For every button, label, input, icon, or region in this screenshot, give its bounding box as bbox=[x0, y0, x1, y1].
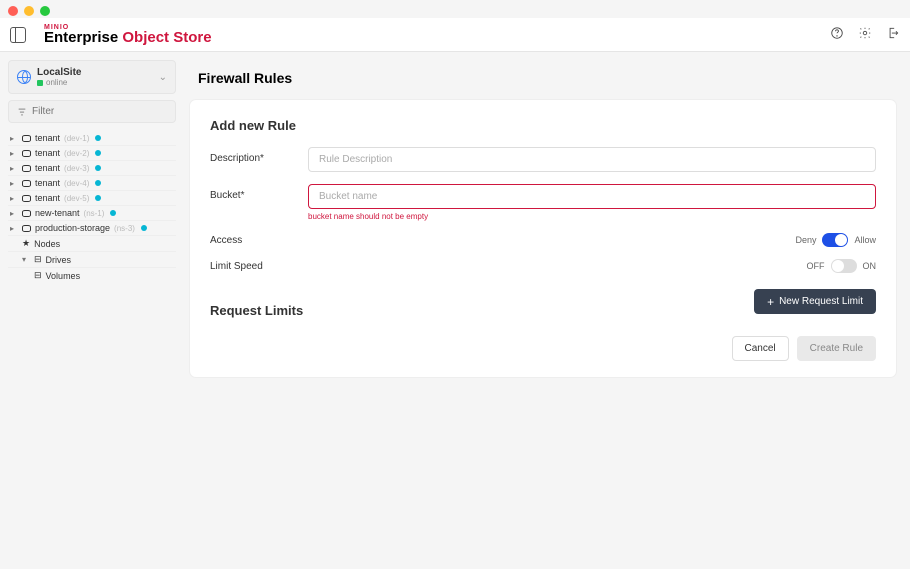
db-icon bbox=[22, 210, 31, 217]
gear-icon[interactable] bbox=[858, 26, 872, 43]
tree-drives[interactable]: ▾⊟Drives bbox=[8, 252, 176, 268]
form-heading: Add new Rule bbox=[210, 118, 876, 133]
create-rule-button[interactable]: Create Rule bbox=[797, 336, 876, 361]
volume-icon: ⊟ bbox=[34, 270, 42, 281]
request-heading: Request Limits bbox=[210, 303, 303, 318]
row-access: Access Deny Allow bbox=[210, 233, 876, 247]
description-input[interactable] bbox=[308, 147, 876, 172]
site-name: LocalSite bbox=[37, 67, 153, 78]
filter-icon bbox=[17, 107, 27, 117]
globe-icon bbox=[17, 70, 31, 84]
tree-tenant-2[interactable]: ▸tenant(dev-3) bbox=[8, 161, 176, 176]
db-icon bbox=[22, 165, 31, 172]
tree-tenant-0[interactable]: ▸tenant(dev-1) bbox=[8, 131, 176, 146]
row-description: Description* bbox=[210, 147, 876, 172]
db-icon bbox=[22, 195, 31, 202]
limit-label: Limit Speed bbox=[210, 261, 308, 272]
drive-icon: ⊟ bbox=[34, 254, 42, 265]
site-status: online bbox=[37, 78, 153, 87]
form-actions: Cancel Create Rule bbox=[210, 336, 876, 361]
tree-tenant-5[interactable]: ▸new-tenant(ns-1) bbox=[8, 206, 176, 221]
logout-icon[interactable] bbox=[886, 26, 900, 43]
tree-tenant-4[interactable]: ▸tenant(dev-5) bbox=[8, 191, 176, 206]
row-limit: Limit Speed OFF ON bbox=[210, 259, 876, 273]
cancel-button[interactable]: Cancel bbox=[732, 336, 789, 361]
brand: MINIO Enterprise Object Store bbox=[44, 24, 212, 46]
limit-on-label: ON bbox=[863, 261, 877, 271]
brand-big: Enterprise Object Store bbox=[44, 29, 212, 46]
rule-card: Add new Rule Description* Bucket* bucket… bbox=[190, 100, 896, 377]
db-icon bbox=[22, 135, 31, 142]
filter-input[interactable] bbox=[32, 106, 167, 117]
tree-volumes[interactable]: ⊟Volumes bbox=[8, 268, 176, 283]
db-icon bbox=[22, 180, 31, 187]
plus-icon: + bbox=[767, 297, 774, 307]
limit-off-label: OFF bbox=[807, 261, 825, 271]
tree-tenant-3[interactable]: ▸tenant(dev-4) bbox=[8, 176, 176, 191]
bucket-input[interactable] bbox=[308, 184, 876, 209]
access-deny-label: Deny bbox=[795, 235, 816, 245]
access-label: Access bbox=[210, 235, 308, 246]
access-allow-label: Allow bbox=[854, 235, 876, 245]
access-toggle[interactable] bbox=[822, 233, 848, 247]
filter-box[interactable] bbox=[8, 100, 176, 123]
window-traffic-lights bbox=[8, 6, 50, 16]
row-request-limits: Request Limits + New Request Limit bbox=[210, 285, 876, 318]
bucket-error: bucket name should not be empty bbox=[308, 212, 876, 221]
bucket-label: Bucket* bbox=[210, 184, 308, 201]
row-bucket: Bucket* bucket name should not be empty bbox=[210, 184, 876, 221]
tree: ▸tenant(dev-1) ▸tenant(dev-2) ▸tenant(de… bbox=[8, 131, 176, 283]
tree-tenant-6[interactable]: ▸production-storage(ns-3) bbox=[8, 221, 176, 236]
page-title: Firewall Rules bbox=[198, 70, 896, 86]
db-icon bbox=[22, 150, 31, 157]
topbar: MINIO Enterprise Object Store bbox=[0, 18, 910, 52]
sidebar-toggle-icon[interactable] bbox=[10, 27, 26, 43]
star-icon: ★ bbox=[22, 238, 30, 249]
sidebar: LocalSite online ⌄ ▸tenant(dev-1) ▸tenan… bbox=[8, 60, 176, 283]
limit-toggle[interactable] bbox=[831, 259, 857, 273]
tree-nodes[interactable]: ★Nodes bbox=[8, 236, 176, 252]
description-label: Description* bbox=[210, 147, 308, 164]
tree-tenant-1[interactable]: ▸tenant(dev-2) bbox=[8, 146, 176, 161]
help-icon[interactable] bbox=[830, 26, 844, 43]
db-icon bbox=[22, 225, 31, 232]
chevron-down-icon: ⌄ bbox=[159, 72, 167, 83]
main: Firewall Rules Add new Rule Description*… bbox=[190, 60, 896, 377]
site-selector[interactable]: LocalSite online ⌄ bbox=[8, 60, 176, 94]
new-request-limit-button[interactable]: + New Request Limit bbox=[754, 289, 876, 314]
